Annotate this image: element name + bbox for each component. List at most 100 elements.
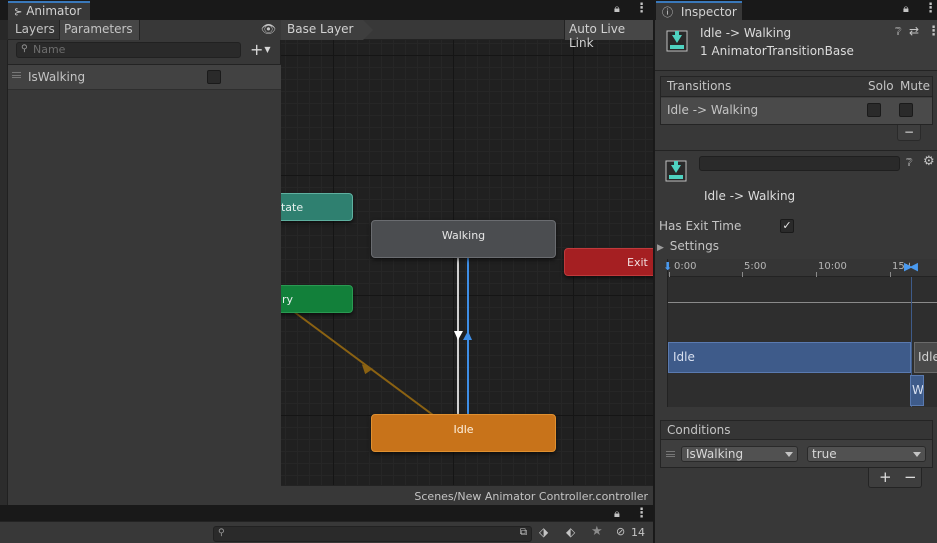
tick-mark [816,272,817,277]
unity-editor: ⊱ Animator 🔒︎ ⋮ Layers Parameters 👁︎ ⚲ N… [0,0,937,543]
weight-curve [668,302,937,303]
inspector-window: ⓘ Inspector 🔒︎ ⋮ Idle -> Walking 1 Anima… [654,0,937,543]
transition-end-marker-icon[interactable]: ▶◀ [904,260,918,273]
idle-state-node[interactable]: Idle [371,414,556,452]
more-menu-icon[interactable]: ⋮ [635,1,648,16]
animator-window: ⊱ Animator 🔒︎ ⋮ Layers Parameters 👁︎ ⚲ N… [0,0,653,505]
tick-label: 10:00 [818,261,847,272]
transition-row[interactable]: Idle -> Walking [661,98,932,124]
search-by-type-icon[interactable]: ⬗ [539,525,548,539]
exit-label: Exit [627,256,648,269]
preset-icon[interactable]: ⇄ [909,24,919,38]
parameter-row[interactable]: IsWalking [8,65,281,90]
project-search-input[interactable]: ⚲ ⧉ [213,526,532,542]
destination-transition-bar[interactable]: W [910,375,924,406]
panel-tabs: Layers Parameters 👁︎ [8,20,281,40]
walking-label: Walking [441,229,486,242]
gear-icon[interactable]: ⚙ [923,154,935,169]
mute-column-label: Mute [900,79,931,93]
solo-column-label: Solo [868,79,894,93]
search-placeholder: Name [33,43,66,56]
conditions-header: Conditions [661,421,932,440]
more-menu-icon[interactable]: ⋮ [924,1,937,16]
animator-tab[interactable]: ⊱ Animator [8,1,90,20]
transitions-header-label: Transitions [667,79,732,93]
entry-node[interactable]: ry [281,285,353,313]
settings-foldout[interactable]: ▶ Settings [657,239,719,253]
search-icon: ⚲ [21,44,28,54]
minus-icon: − [903,125,915,139]
condition-value-dropdown[interactable]: true [807,446,926,462]
transition-label: Idle -> Walking [704,189,796,203]
graph-header: Base Layer Auto Live Link [281,20,653,50]
hidden-packages-icon[interactable]: ⊘ [616,525,625,538]
help-icon[interactable]: ❔︎ [895,25,902,39]
transitions-list-header: Transitions Solo Mute [661,77,932,97]
transition-timeline[interactable]: 0:00 5:00 10:00 15:00 ⬇ ▶◀ Idle Idle W [663,259,937,407]
divider [655,70,937,71]
more-menu-icon[interactable]: ⋮ [927,24,937,39]
eye-icon[interactable]: 👁︎ [261,22,276,36]
condition-row[interactable]: IsWalking true [661,441,932,467]
favorites-star-icon[interactable]: ★ [591,524,603,539]
source-clip-bar[interactable]: Idle [668,342,911,373]
transition-asset-icon [666,30,688,52]
transitions-list: Transitions Solo Mute Idle -> Walking [660,76,933,125]
search-icon: ⚲ [218,528,225,538]
state-machine-graph[interactable]: State ry Walking Exit Idle [281,20,653,485]
transition-icon [665,160,687,182]
drag-handle-icon[interactable] [666,451,675,457]
tab-layers[interactable]: Layers [8,20,60,40]
condition-parameter-value: IsWalking [686,447,744,461]
info-icon: ⓘ [662,6,673,19]
destination-clip-label: Idle [918,350,937,364]
walking-state-node[interactable]: Walking [371,220,556,258]
destination-transition-label: W [912,383,924,397]
mute-checkbox[interactable] [899,103,913,117]
asset-path: Scenes/New Animator Controller.controlle… [281,485,653,505]
conditions-list: Conditions IsWalking true [660,420,933,468]
tick-label: 0:00 [674,261,697,272]
walking-to-idle-arrow [454,331,463,340]
animator-icon: ⊱ [14,7,23,18]
lock-icon[interactable]: 🔒︎ [903,2,909,16]
remove-transition-button[interactable]: − [897,125,921,141]
inspector-tab-label: Inspector [680,5,737,19]
exit-node[interactable]: Exit [564,248,653,276]
condition-parameter-dropdown[interactable]: IsWalking [681,446,798,462]
idle-label: Idle [453,423,474,436]
lock-icon[interactable]: 🔒︎ [614,507,620,521]
breadcrumb[interactable]: Base Layer [281,20,373,40]
left-edge-scrollbar[interactable] [0,40,8,505]
hidden-packages-count: 14 [631,526,645,539]
search-options-icon[interactable]: ⧉ [520,527,527,538]
conditions-header-label: Conditions [667,423,731,437]
add-parameter-button[interactable]: +▼ [250,40,278,59]
tab-parameters[interactable]: Parameters [60,20,140,40]
inspector-tab-bar: ⓘ Inspector 🔒︎ ⋮ [655,0,937,20]
parameter-search-input[interactable]: ⚲ Name [16,42,241,58]
chevron-down-icon: ▼ [264,45,271,54]
divider [655,150,937,151]
search-by-label-icon[interactable]: ⬖ [566,525,575,539]
transition-name-field[interactable] [699,156,900,171]
lock-icon[interactable]: 🔒︎ [614,2,620,16]
has-exit-time-label: Has Exit Time [659,219,742,233]
tick-mark [890,272,891,277]
remove-condition-button[interactable]: − [904,468,917,486]
auto-live-link-button[interactable]: Auto Live Link [564,20,653,50]
has-exit-time-checkbox[interactable]: ✓ [780,219,794,233]
solo-checkbox[interactable] [867,103,881,117]
parameter-bool-checkbox[interactable] [207,70,221,84]
transition-start-marker-icon[interactable]: ⬇ [663,260,672,273]
destination-clip-bar[interactable]: Idle [914,342,937,373]
drag-handle-icon[interactable] [12,72,21,78]
plus-icon: + [250,40,264,59]
entry-transition-line [292,310,434,416]
more-menu-icon[interactable]: ⋮ [635,506,648,521]
transition-header: Idle -> Walking 1 AnimatorTransitionBase… [655,20,937,70]
add-condition-button[interactable]: + [879,468,892,486]
help-icon[interactable]: ❔︎ [906,156,913,170]
inspector-tab[interactable]: ⓘ Inspector [656,1,742,20]
any-state-node[interactable]: State [281,193,353,221]
